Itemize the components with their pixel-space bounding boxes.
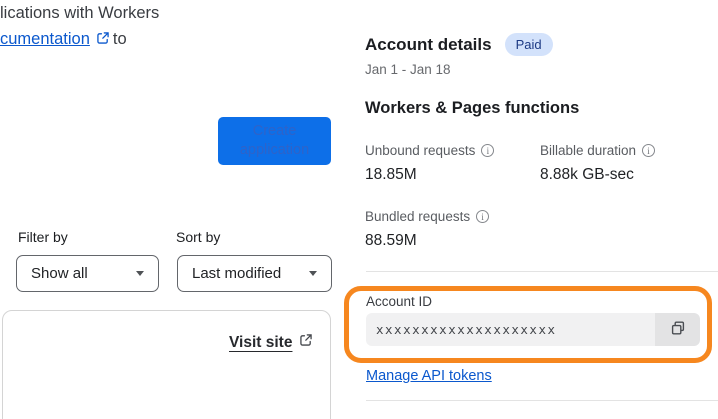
manage-api-tokens-link[interactable]: Manage API tokens — [366, 368, 492, 384]
sort-by-label: Sort by — [176, 229, 221, 245]
intro-line-1: lications with Workers — [0, 4, 160, 22]
date-range: Jan 1 - Jan 18 — [365, 62, 451, 77]
account-id-label: Account ID — [366, 294, 433, 309]
sort-dropdown[interactable]: Last modified — [177, 255, 332, 292]
info-icon[interactable]: i — [642, 144, 656, 157]
intro-line-2: cumentation to — [0, 26, 159, 53]
divider — [366, 400, 718, 401]
project-card — [2, 310, 331, 419]
account-details-header: Account details Paid — [365, 33, 553, 56]
filter-dropdown-value: Show all — [31, 265, 88, 282]
chevron-down-icon — [309, 271, 317, 276]
filter-by-label: Filter by — [18, 229, 68, 245]
external-link-icon — [299, 333, 313, 352]
chevron-down-icon — [136, 271, 144, 276]
intro-text: lications with Workers cumentation to — [0, 0, 159, 53]
divider — [366, 271, 718, 272]
create-application-button[interactable]: Create application — [218, 117, 331, 165]
workers-pages-dashboard: lications with Workers cumentation to Cre… — [0, 0, 718, 419]
section-title: Workers & Pages functions — [365, 99, 580, 117]
copy-icon — [670, 320, 686, 339]
visit-site-link[interactable]: Visit site — [229, 333, 313, 352]
info-icon[interactable]: i — [476, 210, 490, 223]
visit-site-label: Visit site — [229, 333, 293, 351]
external-link-icon — [96, 27, 110, 53]
copy-button[interactable] — [655, 313, 700, 346]
documentation-link[interactable]: cumentation — [0, 30, 90, 48]
paid-status-badge: Paid — [504, 33, 553, 56]
filter-dropdown[interactable]: Show all — [16, 255, 159, 292]
metric-label: Bundled requests i — [365, 209, 490, 224]
account-id-field-group — [366, 313, 700, 346]
metric-value: 8.88k GB-sec — [540, 166, 634, 183]
info-icon[interactable]: i — [481, 144, 495, 157]
metric-label: Unbound requests i — [365, 143, 495, 158]
metric-value: 18.85M — [365, 166, 417, 183]
metric-value: 88.59M — [365, 232, 417, 249]
account-id-input[interactable] — [366, 313, 655, 346]
metric-label: Billable duration i — [540, 143, 656, 158]
intro-suffix: to — [112, 30, 127, 48]
page-title: Account details — [365, 34, 492, 54]
sort-dropdown-value: Last modified — [192, 265, 282, 282]
